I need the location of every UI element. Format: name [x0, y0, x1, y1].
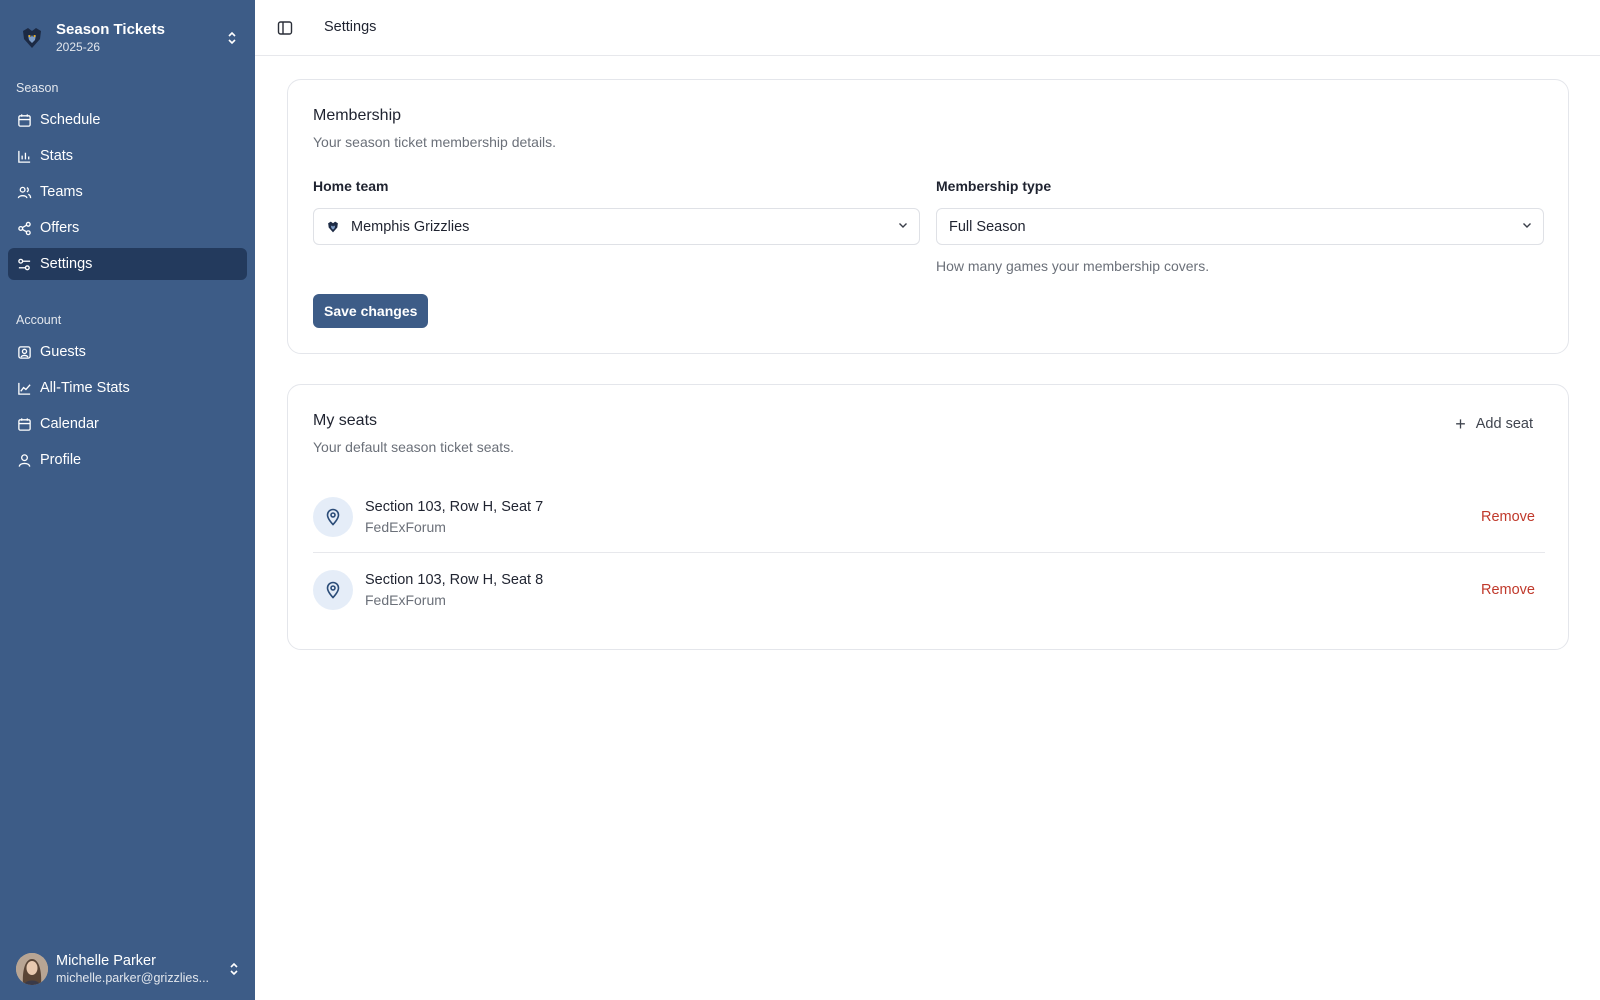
sidebar-item-label: Stats: [40, 148, 74, 164]
calendar-icon: [16, 112, 32, 128]
user-name: Michelle Parker: [56, 953, 156, 969]
membership-card: Membership Your season ticket membership…: [287, 79, 1569, 354]
membership-description: Your season ticket membership details.: [313, 134, 557, 150]
chevron-up-down-icon: [226, 961, 242, 977]
bar-chart-icon: [16, 148, 32, 164]
sidebar-toggle-icon[interactable]: [275, 18, 295, 38]
top-bar: Settings: [255, 0, 1600, 56]
seat-name: Section 103, Row H, Seat 8: [365, 572, 544, 588]
sidebar-item-profile[interactable]: Profile: [8, 444, 247, 476]
membership-type-hint: How many games your membership covers.: [936, 258, 1210, 274]
plus-icon: +: [1455, 414, 1466, 434]
brand-title: Season Tickets: [56, 21, 165, 38]
sidebar-item-label: Guests: [40, 344, 86, 360]
user-menu[interactable]: Michelle Parker michelle.parker@grizzlie…: [16, 952, 242, 986]
membership-type-value: Full Season: [949, 218, 1026, 235]
sidebar-item-calendar[interactable]: Calendar: [8, 408, 247, 440]
home-team-label: Home team: [313, 178, 389, 194]
seats-card: My seats Your default season ticket seat…: [287, 384, 1569, 650]
group-label-season: Season: [16, 81, 59, 95]
sidebar-item-label: All-Time Stats: [40, 380, 130, 396]
sliders-icon: [16, 256, 32, 272]
avatar: [16, 953, 48, 985]
brand-subtitle: 2025-26: [56, 40, 101, 54]
seat-venue: FedExForum: [365, 518, 446, 535]
map-pin-icon: [313, 570, 353, 610]
season-switcher[interactable]: Season Tickets 2025-26: [18, 16, 240, 60]
seat-name: Section 103, Row H, Seat 7: [365, 498, 544, 515]
line-chart-icon: [16, 380, 32, 396]
contact-icon: [16, 344, 32, 360]
remove-seat-button[interactable]: Remove: [1481, 509, 1535, 525]
seat-venue: FedExForum: [365, 592, 446, 608]
share-icon: [16, 220, 32, 236]
sidebar-item-label: Profile: [40, 452, 82, 468]
chevron-up-down-icon: [224, 30, 240, 46]
sidebar-item-label: Teams: [40, 184, 83, 200]
grizzlies-logo-icon: [18, 24, 46, 52]
seats-description: Your default season ticket seats.: [313, 439, 515, 455]
sidebar-item-stats[interactable]: Stats: [8, 140, 247, 172]
sidebar-item-label: Settings: [40, 256, 93, 272]
sidebar-item-settings[interactable]: Settings: [8, 248, 247, 280]
chevron-down-icon: [897, 219, 909, 235]
sidebar-item-guests[interactable]: Guests: [8, 336, 247, 368]
calendar-icon: [16, 416, 32, 432]
sidebar-item-teams[interactable]: Teams: [8, 176, 247, 208]
grizzlies-logo-icon: [326, 220, 340, 234]
add-seat-label: Add seat: [1475, 416, 1533, 432]
user-icon: [16, 452, 32, 468]
chevron-down-icon: [1521, 219, 1533, 235]
sidebar-item-schedule[interactable]: Schedule: [8, 104, 247, 136]
seat-row: Section 103, Row H, Seat 7 FedExForum Re…: [313, 481, 1545, 553]
home-team-select[interactable]: Memphis Grizzlies: [313, 208, 920, 245]
sidebar: Season Tickets 2025-26 Season Schedule S…: [0, 0, 255, 1000]
remove-seat-button[interactable]: Remove: [1481, 582, 1535, 598]
map-pin-icon: [313, 496, 353, 537]
add-seat-button[interactable]: + Add seat: [1455, 414, 1533, 434]
membership-type-label: Membership type: [936, 178, 1052, 194]
sidebar-item-label: Calendar: [40, 416, 99, 432]
seat-row: Section 103, Row H, Seat 8 FedExForum Re…: [313, 554, 1545, 626]
home-team-value: Memphis Grizzlies: [351, 218, 470, 235]
user-email: michelle.parker@grizzlies...: [56, 971, 210, 985]
sidebar-item-label: Schedule: [40, 112, 101, 128]
breadcrumb: Settings: [324, 19, 377, 35]
membership-type-select[interactable]: Full Season: [936, 208, 1544, 245]
users-icon: [16, 184, 32, 200]
membership-title: Membership: [313, 107, 402, 124]
group-label-account: Account: [16, 313, 62, 327]
sidebar-item-all-time-stats[interactable]: All-Time Stats: [8, 372, 247, 404]
sidebar-item-label: Offers: [40, 220, 80, 236]
seats-title: My seats: [313, 412, 378, 429]
save-changes-button[interactable]: Save changes: [313, 294, 429, 328]
sidebar-item-offers[interactable]: Offers: [8, 212, 247, 244]
